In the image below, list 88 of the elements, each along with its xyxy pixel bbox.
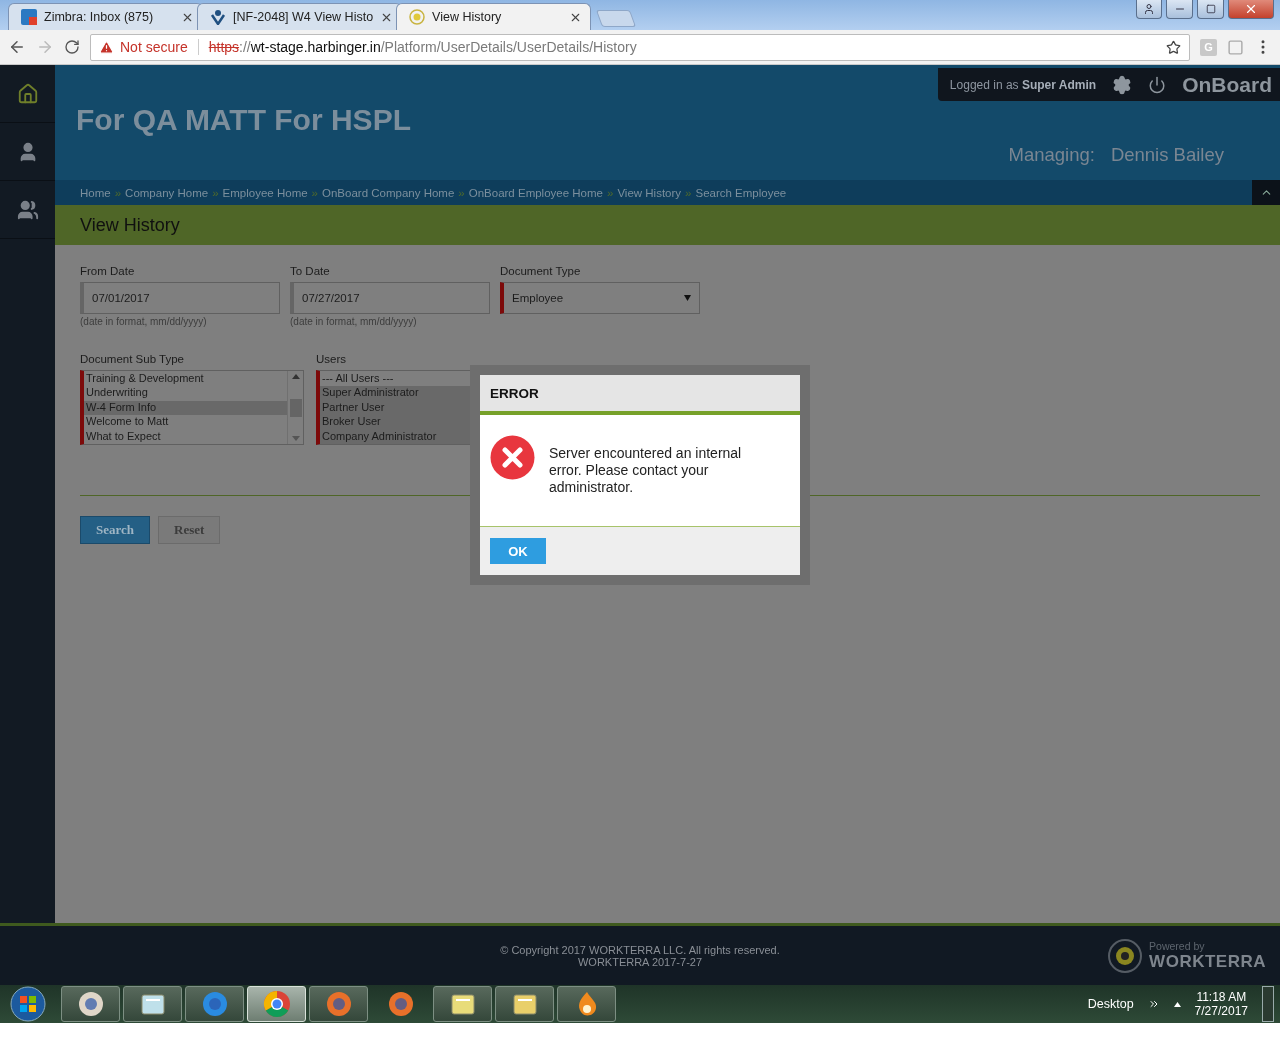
bookmark-star-icon[interactable] [1166,39,1181,55]
managing-label: Managing: [1008,144,1095,166]
settings-icon[interactable] [1112,74,1133,95]
error-icon [490,435,535,480]
breadcrumb-separator: » [114,186,122,199]
power-icon[interactable] [1148,75,1167,94]
list-option[interactable]: Welcome to Matt [84,415,287,430]
profile-button[interactable] [1136,0,1162,19]
tracker-icon [210,9,226,25]
login-status: Logged in as Super Admin [949,77,1097,92]
list-option[interactable]: Training & Development [84,372,287,387]
search-button[interactable]: Search [80,516,151,544]
browser-icon [262,990,291,1018]
taskbar-button[interactable] [495,986,554,1022]
field-label: Document Type [500,265,582,277]
app-name: OnBoard [1182,72,1272,97]
taskbar-button[interactable] [61,986,120,1022]
clock[interactable]: 11:18 AM 7/27/2017 [1194,990,1248,1018]
scrollbar[interactable] [287,371,303,444]
taskbar-button[interactable] [123,986,182,1022]
reload-icon[interactable] [64,39,80,55]
desktop-toolbar-label[interactable]: Desktop [1087,997,1134,1011]
scroll-thumb[interactable] [289,398,302,417]
start-button[interactable] [10,986,46,1022]
maximize-button[interactable] [1197,0,1224,19]
company-name: For QA MATT For HSPL [75,102,411,138]
breadcrumb-link[interactable]: Employee Home [222,186,308,199]
notes-icon [448,991,477,1017]
show-desktop-button[interactable] [1262,986,1274,1022]
date-field[interactable]: 07/27/2017 [290,282,490,314]
field-hint: (date in format, mm/dd/yyyy) [80,316,208,327]
dialog-title: ERROR [480,375,800,415]
users-icon[interactable] [16,198,39,221]
breadcrumb-separator: » [458,186,465,199]
show-hidden-icons-icon[interactable] [1173,1001,1181,1007]
managing-name: Dennis Bailey [1110,144,1224,166]
breadcrumb-separator: » [685,186,692,199]
copyright-text: © Copyright 2017 WORKTERRA LLC. All rights reserved. [500,943,780,956]
ok-button[interactable]: OK [490,538,546,564]
target-icon [409,9,426,25]
browser-tab[interactable]: View History [396,3,592,30]
taskbar-button[interactable] [433,986,492,1022]
dropdown[interactable]: Employee [500,282,700,314]
address-bar[interactable]: Not secure https://wt-stage.harbinger.in/Platform/UserDetails/UserDetails/History [90,33,1190,61]
list-option[interactable]: Underwriting [84,386,287,401]
mail-app-icon [21,9,37,25]
field-label: Document Sub Type [80,353,185,365]
breadcrumb-separator: » [606,186,614,199]
breadcrumb-separator: » [311,186,318,199]
powered-by-text: Powered by [1149,940,1206,952]
brand-name: WORKTERRA [1149,952,1266,972]
list-option[interactable]: W-4 Form Info [84,400,287,416]
field-label: From Date [80,265,136,277]
chevron-icon[interactable] [1147,998,1160,1010]
list-option[interactable]: What to Expect [84,429,287,444]
field-hint: (date in format, mm/dd/yyyy) [290,316,418,327]
close-icon [1244,2,1258,16]
field-label: To Date [290,265,331,277]
caret-icon [684,295,691,301]
url-text[interactable]: https://wt-stage.harbinger.in/Platform/UserDetails/UserDetails/History [208,39,1160,55]
home-icon[interactable] [16,82,39,105]
version-text: WORKTERRA 2017-7-27 [577,955,703,968]
reset-button[interactable]: Reset [158,516,221,544]
date-field[interactable]: 07/01/2017 [80,282,280,314]
breadcrumb-link[interactable]: View History [617,186,682,199]
notepad-icon [138,991,167,1017]
taskbar-button[interactable] [557,986,616,1022]
close-button[interactable] [1228,0,1274,19]
breadcrumb-link[interactable]: Search Employee [695,186,787,199]
breadcrumb-link[interactable]: OnBoard Company Home [322,186,455,199]
list-box[interactable]: Training & Development Underwriting W-4 Form Info Welcome to Matt What to Expect [80,370,304,445]
scroll-up-icon [291,373,300,379]
breadcrumb-link[interactable]: OnBoard Employee Home [468,186,603,199]
field-label: Users [316,353,348,365]
page-title: View History [80,214,180,236]
breadcrumb-separator: » [212,186,219,199]
scroll-down-icon [291,436,300,442]
maximize-icon [1205,4,1216,14]
user-icon [1143,3,1155,15]
target-logo-icon [1107,938,1144,974]
error-message: Server encountered an internal error. Please contact your administrator. [549,444,743,497]
globe-icon [200,990,229,1018]
breadcrumb-link[interactable]: Company Home [125,186,209,199]
warning-icon [99,39,114,55]
security-label[interactable]: Not secure [120,39,188,55]
minimize-button[interactable] [1166,0,1193,19]
back-icon[interactable] [8,38,26,56]
breadcrumb-link[interactable]: Home [80,186,111,199]
